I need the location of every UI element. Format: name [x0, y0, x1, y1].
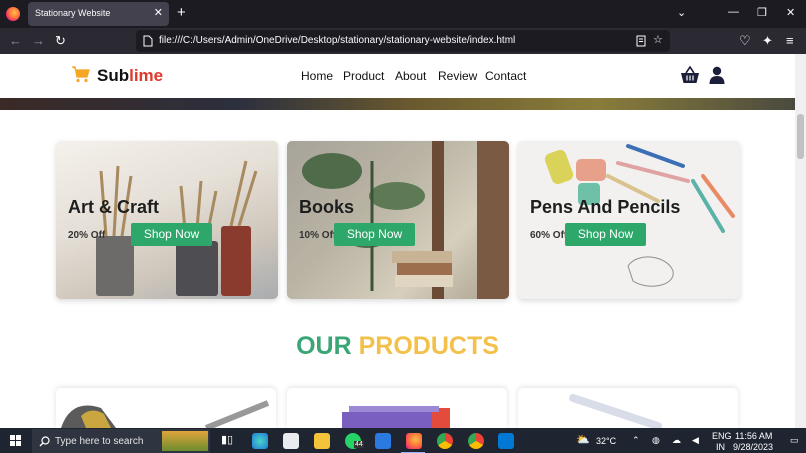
brand-name: Sub — [97, 66, 130, 85]
file-explorer-icon[interactable] — [314, 433, 330, 449]
product-card — [56, 388, 276, 428]
windows-start-icon[interactable] — [10, 435, 21, 446]
nav-home[interactable]: Home — [301, 69, 333, 83]
art-supplies-image — [96, 160, 258, 296]
file-icon — [143, 35, 153, 47]
product-card — [287, 388, 507, 428]
volume-icon[interactable]: ◀ — [692, 435, 699, 446]
list-tabs-icon[interactable]: ⌄ — [677, 6, 686, 19]
network-globe-icon[interactable]: ◍ — [652, 435, 660, 446]
page-scrollbar[interactable] — [795, 54, 806, 428]
browser-tab-strip: Stationary Website ✕ + ⌄ — ❐ ✕ — [0, 0, 806, 28]
brand-accent: lime — [129, 66, 164, 85]
windows-taskbar: Type here to search ▮▯ 44 ⛅ 32°C ⌃ ◍ ☁ ◀… — [0, 428, 806, 453]
minimize-button[interactable]: — — [728, 6, 739, 18]
vscode-icon[interactable] — [498, 433, 514, 449]
nav-contact[interactable]: Contact — [485, 69, 526, 83]
weather-temp[interactable]: 32°C — [596, 436, 616, 446]
category-title: Art & Craft — [68, 197, 160, 217]
section-title: OUR PRODUCTS — [0, 332, 795, 361]
category-title: Pens And Pencils — [530, 197, 681, 217]
hero-banner-edge — [0, 98, 795, 110]
category-card-books: Books 10% Off Shop Now — [287, 141, 509, 299]
tab-close-icon[interactable]: ✕ — [154, 6, 163, 19]
notifications-icon[interactable]: ▭ — [790, 435, 799, 446]
taskbar-search[interactable]: Type here to search — [32, 429, 210, 453]
basket-icon[interactable] — [680, 66, 700, 84]
scrollbar-thumb[interactable] — [797, 114, 804, 159]
brand-logo[interactable]: Sublime — [97, 66, 163, 86]
product-image — [61, 400, 270, 428]
section-title-part2: PRODUCTS — [358, 332, 499, 360]
product-image — [342, 406, 450, 428]
books-plant-image — [302, 141, 509, 299]
search-highlight-image — [162, 431, 208, 451]
address-bar[interactable]: file:///C:/Users/Admin/OneDrive/Desktop/… — [136, 30, 670, 52]
firefox-logo-icon — [6, 7, 20, 21]
close-window-button[interactable]: ✕ — [786, 6, 795, 19]
weather-icon[interactable]: ⛅ — [576, 433, 590, 446]
shop-now-button[interactable]: Shop Now — [131, 223, 212, 246]
browser-toolbar: ← → ↻ file:///C:/Users/Admin/OneDrive/De… — [0, 28, 806, 54]
site-header: Sublime Home Product About Review Contac… — [0, 54, 795, 98]
clock-date: 9/28/2023 — [733, 442, 774, 452]
category-card-art-craft: Art & Craft 20% Off Shop Now — [56, 141, 278, 299]
product-image — [569, 394, 662, 428]
chrome-icon[interactable] — [437, 433, 453, 449]
pocket-icon[interactable]: ♡ — [739, 33, 751, 49]
search-icon — [39, 436, 50, 447]
section-title-part1: OUR — [296, 332, 352, 360]
category-discount: 10% Off — [299, 230, 337, 241]
bookmark-star-icon[interactable]: ☆ — [653, 33, 663, 46]
category-card-pens-pencils: Pens And Pencils 60% Off Shop Now — [518, 141, 740, 299]
maximize-button[interactable]: ❐ — [757, 6, 767, 19]
task-view-icon[interactable]: ▮▯ — [221, 433, 233, 446]
chevron-up-icon[interactable]: ⌃ — [632, 435, 640, 446]
whatsapp-badge: 44 — [354, 441, 364, 448]
edge-icon[interactable] — [252, 433, 268, 449]
browser-tab[interactable]: Stationary Website ✕ — [28, 2, 169, 26]
shopping-cart-icon — [72, 66, 90, 83]
forward-arrow-icon[interactable]: → — [32, 33, 45, 48]
menu-icon[interactable]: ≡ — [786, 33, 794, 48]
back-arrow-icon[interactable]: ← — [9, 33, 22, 48]
new-tab-button[interactable]: + — [177, 4, 186, 21]
chrome-profile-icon[interactable] — [468, 433, 484, 449]
category-discount: 60% Off — [530, 230, 568, 241]
shop-now-button[interactable]: Shop Now — [565, 223, 646, 246]
category-discount: 20% Off — [68, 230, 106, 241]
nav-about[interactable]: About — [395, 69, 426, 83]
firefox-taskbar-icon[interactable] — [406, 433, 422, 449]
language-indicator[interactable]: ENG — [712, 431, 732, 441]
store-icon[interactable] — [283, 433, 299, 449]
reader-view-icon[interactable] — [636, 35, 646, 47]
product-card — [518, 388, 738, 428]
category-title: Books — [299, 197, 355, 217]
pens-pencils-image — [544, 144, 735, 287]
user-icon[interactable] — [709, 66, 725, 84]
tab-title: Stationary Website — [35, 8, 111, 18]
search-placeholder: Type here to search — [55, 436, 144, 447]
language-region: IN — [716, 442, 725, 452]
reload-icon[interactable]: ↻ — [55, 33, 66, 49]
nav-review[interactable]: Review — [438, 69, 477, 83]
clock-time[interactable]: 11:56 AM — [735, 431, 772, 441]
url-text: file:///C:/Users/Admin/OneDrive/Desktop/… — [159, 35, 516, 46]
extensions-icon[interactable]: ✦ — [762, 33, 773, 49]
mail-icon[interactable] — [375, 433, 391, 449]
onedrive-cloud-icon[interactable]: ☁ — [672, 435, 681, 446]
shop-now-button[interactable]: Shop Now — [334, 223, 415, 246]
nav-product[interactable]: Product — [343, 69, 384, 83]
